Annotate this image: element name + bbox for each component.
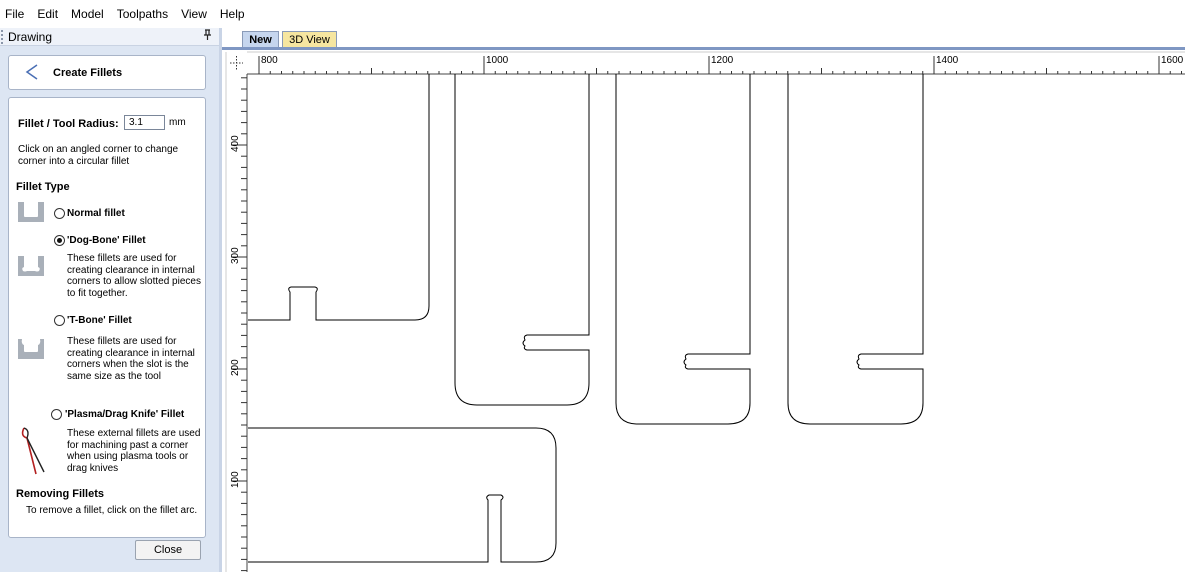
menu-view[interactable]: View [181, 7, 207, 21]
ruler-label: 1600 [1161, 55, 1184, 66]
ruler-corner-icon [230, 56, 243, 71]
menu-edit[interactable]: Edit [37, 7, 58, 21]
ruler-label: 800 [261, 55, 278, 66]
plasma-fillet-radio[interactable] [51, 409, 62, 420]
dog-bone-fillet-radio[interactable] [54, 235, 65, 246]
vector-shape [787, 74, 924, 425]
instruction-text: Click on an angled corner to change corn… [18, 144, 179, 167]
ruler-label: 1000 [486, 55, 509, 66]
pin-icon[interactable] [203, 29, 212, 44]
dog-bone-fillet-desc: These fillets are used for creating clea… [67, 253, 201, 299]
radius-input[interactable]: 3.1 [124, 115, 165, 130]
panel-grip[interactable] [1, 30, 3, 44]
plasma-fillet-icon [18, 426, 48, 479]
tab-3d-view[interactable]: 3D View [282, 31, 337, 48]
fillets-header: Create Fillets [8, 55, 206, 90]
horizontal-ruler: 800 1000 1200 1400 1600 [247, 51, 1185, 75]
menu-model[interactable]: Model [71, 7, 104, 21]
vector-shape [248, 74, 430, 321]
menu-bar: File Edit Model Toolpaths View Help [0, 0, 1185, 28]
normal-fillet-icon [16, 201, 46, 226]
removing-fillets-text: To remove a fillet, click on the fillet … [26, 505, 198, 516]
back-arrow-icon[interactable] [22, 61, 42, 86]
dog-bone-fillet-icon [16, 255, 46, 280]
menu-help[interactable]: Help [220, 7, 245, 21]
menu-file[interactable]: File [5, 7, 24, 21]
panel-header: Drawing [0, 28, 219, 46]
dog-bone-fillet-label[interactable]: 'Dog-Bone' Fillet [67, 235, 146, 246]
fillets-form: Fillet / Tool Radius: 3.1 mm Click on an… [8, 97, 206, 538]
page-title: Create Fillets [53, 67, 123, 79]
ruler-label: 1400 [936, 55, 959, 66]
normal-fillet-label[interactable]: Normal fillet [67, 208, 125, 219]
vertical-ruler: 400 300 200 100 [225, 52, 248, 572]
panel-splitter[interactable] [219, 28, 222, 572]
fillet-type-heading: Fillet Type [16, 181, 70, 193]
t-bone-fillet-radio[interactable] [54, 315, 65, 326]
vector-shape [248, 427, 557, 563]
ruler-label: 100 [230, 471, 241, 488]
removing-fillets-heading: Removing Fillets [16, 488, 105, 500]
vector-shape [454, 74, 590, 406]
plasma-fillet-desc: These external fillets are used for mach… [67, 428, 201, 474]
t-bone-fillet-label[interactable]: 'T-Bone' Fillet [67, 315, 132, 326]
menu-toolpaths[interactable]: Toolpaths [117, 7, 168, 21]
drawing-panel: Drawing Create Fillets Fillet / Tool Rad… [0, 28, 219, 572]
panel-title: Drawing [8, 30, 53, 44]
t-bone-fillet-icon [16, 338, 46, 363]
t-bone-fillet-desc: These fillets are used for creating clea… [67, 336, 195, 382]
tab-underline [222, 47, 1185, 50]
ruler-label: 1200 [711, 55, 734, 66]
radius-unit: mm [169, 117, 186, 128]
ruler-label: 300 [230, 247, 241, 264]
view-tabs: New 3D View [222, 28, 1185, 48]
ruler-label: 200 [230, 359, 241, 376]
normal-fillet-radio[interactable] [54, 208, 65, 219]
plasma-fillet-label[interactable]: 'Plasma/Drag Knife' Fillet [65, 409, 184, 420]
vector-shapes [248, 74, 924, 563]
tab-new[interactable]: New [242, 31, 279, 48]
ruler-label: 400 [230, 135, 241, 152]
vector-shape [615, 74, 751, 425]
close-button[interactable]: Close [135, 540, 201, 560]
radius-label: Fillet / Tool Radius: [18, 118, 119, 130]
